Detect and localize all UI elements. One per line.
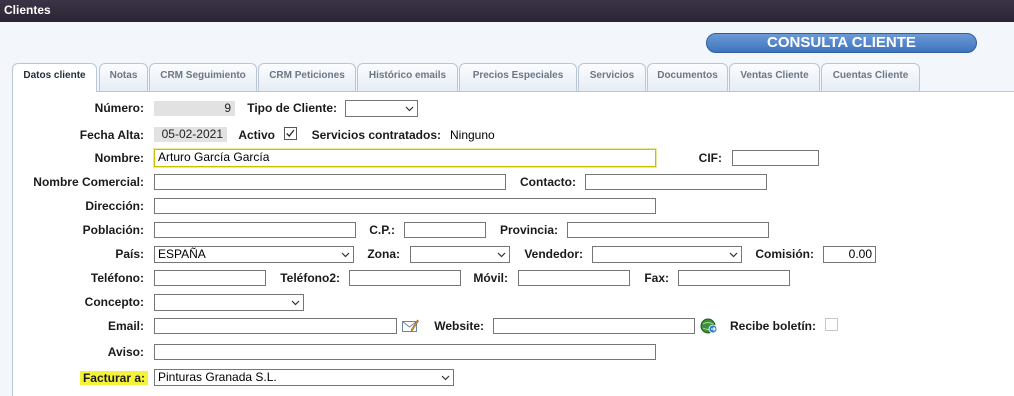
recibe-boletin-checkbox[interactable]	[825, 318, 838, 331]
numero-label: Número:	[94, 101, 144, 115]
page-badge: CONSULTA CLIENTE	[706, 33, 977, 53]
zona-select[interactable]	[410, 246, 510, 263]
movil-input[interactable]	[518, 270, 630, 286]
vendedor-label: Vendedor:	[524, 247, 583, 261]
pais-select[interactable]: ESPAÑA	[154, 246, 354, 263]
chevron-down-icon	[341, 252, 350, 258]
cp-label: C.P.:	[369, 223, 395, 237]
checkmark-icon	[286, 129, 295, 137]
website-input[interactable]	[493, 318, 695, 334]
window-title: Clientes	[0, 0, 1014, 22]
tab-historico-emails[interactable]: Histórico emails	[357, 63, 458, 91]
pais-value: ESPAÑA	[158, 247, 206, 261]
comision-label: Comisión:	[755, 247, 814, 261]
fecha-alta-label: Fecha Alta:	[79, 128, 144, 142]
aviso-input[interactable]	[154, 344, 656, 360]
activo-checkbox[interactable]	[284, 127, 297, 140]
telefono2-label: Teléfono2:	[280, 271, 340, 285]
email-compose-icon[interactable]	[401, 317, 419, 335]
activo-label: Activo	[238, 128, 275, 142]
comision-input[interactable]: 0.00	[823, 246, 876, 263]
tab-notas[interactable]: Notas	[99, 63, 148, 91]
facturar-a-value: Pinturas Granada S.L.	[158, 370, 277, 384]
tab-precios-especiales[interactable]: Precios Especiales	[459, 63, 577, 91]
cif-input[interactable]	[732, 150, 819, 166]
fax-input[interactable]	[678, 270, 790, 286]
chevron-down-icon	[405, 106, 414, 112]
tab-datos-cliente[interactable]: Datos cliente	[12, 63, 97, 92]
tab-crm-seguimiento[interactable]: CRM Seguimiento	[149, 63, 257, 91]
provincia-input[interactable]	[567, 222, 769, 238]
concepto-label: Concepto:	[84, 295, 144, 309]
facturar-a-label: Facturar a:	[60, 371, 148, 385]
globe-go-icon[interactable]	[700, 317, 718, 335]
poblacion-input[interactable]	[154, 222, 356, 238]
facturar-a-select[interactable]: Pinturas Granada S.L.	[154, 369, 454, 386]
nombre-label: Nombre:	[94, 151, 144, 165]
aviso-label: Aviso:	[107, 345, 144, 359]
facturar-a-label-text: Facturar a:	[79, 371, 148, 385]
nombre-input[interactable]: Arturo García García	[153, 148, 657, 168]
chevron-down-icon	[497, 252, 506, 258]
tab-crm-peticiones[interactable]: CRM Peticiones	[258, 63, 356, 91]
poblacion-label: Población:	[82, 223, 144, 237]
telefono-label: Teléfono:	[90, 271, 144, 285]
cp-input[interactable]	[404, 222, 486, 238]
chevron-down-icon	[729, 252, 738, 258]
tab-servicios[interactable]: Servicios	[578, 63, 646, 91]
nombre-comercial-input[interactable]	[154, 174, 506, 190]
movil-label: Móvil:	[473, 271, 508, 285]
cif-label: CIF:	[698, 151, 722, 165]
nombre-comercial-label: Nombre Comercial:	[33, 175, 144, 189]
provincia-label: Provincia:	[499, 223, 558, 237]
tipo-cliente-label: Tipo de Cliente:	[247, 101, 337, 115]
website-label: Website:	[434, 319, 484, 333]
pais-label: País:	[115, 247, 144, 261]
direccion-label: Dirección:	[85, 199, 144, 213]
tab-cuentas-cliente[interactable]: Cuentas Cliente	[821, 63, 920, 91]
telefono-input[interactable]	[154, 270, 266, 286]
servicios-value: Ninguno	[450, 128, 495, 142]
fax-label: Fax:	[644, 271, 669, 285]
email-label: Email:	[107, 319, 144, 333]
servicios-label: Servicios contratados:	[311, 128, 441, 142]
telefono2-input[interactable]	[349, 270, 461, 286]
fecha-alta-value: 05-02-2021	[154, 127, 227, 142]
tab-documentos[interactable]: Documentos	[647, 63, 728, 91]
tipo-cliente-select[interactable]	[345, 100, 418, 117]
chevron-down-icon	[441, 375, 450, 381]
tab-ventas-cliente[interactable]: Ventas Cliente	[729, 63, 820, 91]
chevron-down-icon	[291, 300, 300, 306]
email-input[interactable]	[154, 318, 397, 334]
zona-label: Zona:	[367, 247, 400, 261]
contacto-input[interactable]	[585, 174, 767, 190]
concepto-select[interactable]	[154, 294, 304, 311]
numero-value: 9	[154, 101, 235, 116]
direccion-input[interactable]	[154, 198, 656, 214]
contacto-label: Contacto:	[520, 175, 576, 189]
vendedor-select[interactable]	[592, 246, 742, 263]
recibe-boletin-label: Recibe boletín:	[729, 319, 816, 333]
